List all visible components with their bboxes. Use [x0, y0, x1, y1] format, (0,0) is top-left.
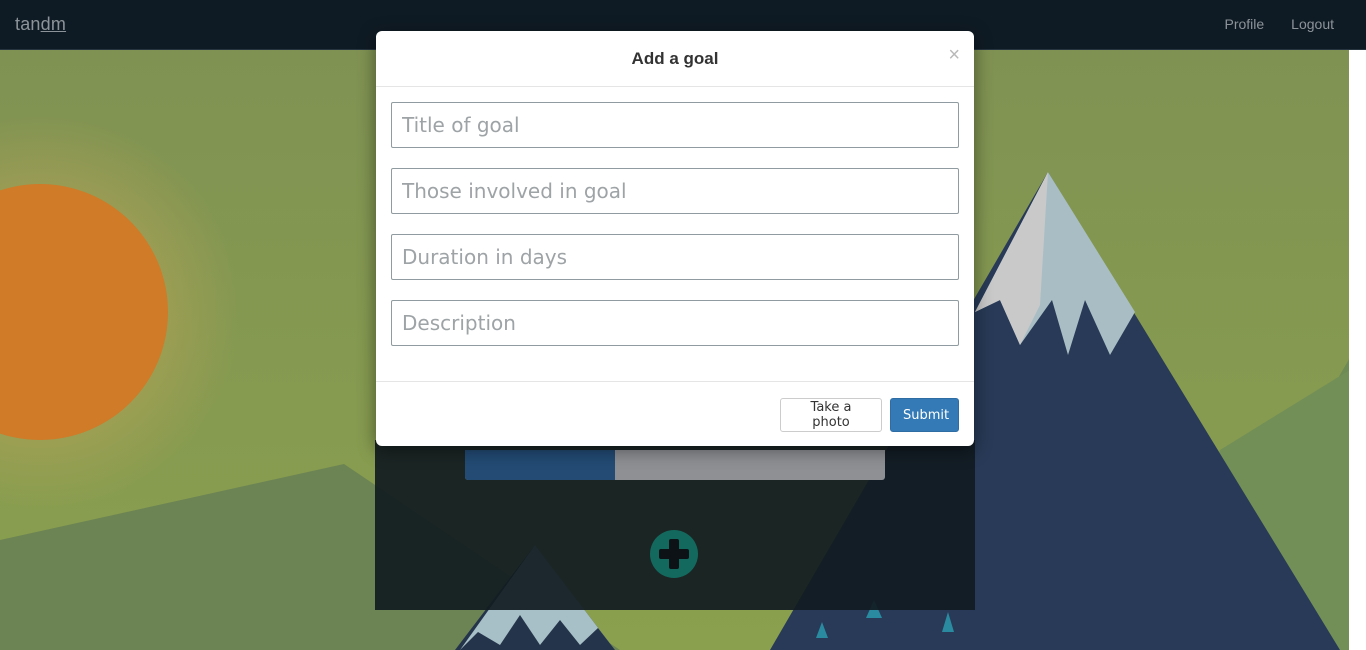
goal-description-input[interactable]	[391, 300, 959, 346]
close-icon[interactable]: ×	[948, 45, 960, 65]
page-scrollbar-track[interactable]	[1349, 50, 1366, 650]
add-goal-button[interactable]	[650, 530, 698, 578]
nav-profile-link[interactable]: Profile	[1224, 16, 1264, 32]
goal-involved-input[interactable]	[391, 168, 959, 214]
add-goal-modal: Add a goal × Take a photo Submit	[376, 31, 974, 446]
goal-progress-fill	[465, 450, 615, 480]
goal-progress-bar	[465, 450, 885, 480]
submit-button[interactable]: Submit	[890, 398, 959, 432]
modal-header: Add a goal ×	[376, 31, 974, 87]
brand-prefix: tan	[15, 14, 41, 34]
modal-footer: Take a photo Submit	[376, 381, 974, 446]
take-photo-button[interactable]: Take a photo	[780, 398, 882, 432]
goal-duration-input[interactable]	[391, 234, 959, 280]
nav-logout-link[interactable]: Logout	[1291, 16, 1334, 32]
plus-icon	[659, 539, 689, 569]
goal-title-input[interactable]	[391, 102, 959, 148]
brand-suffix: dm	[40, 14, 67, 34]
nav-links: Profile Logout	[1224, 16, 1334, 32]
modal-title: Add a goal	[631, 49, 719, 68]
modal-body	[376, 87, 974, 381]
brand-logo-link[interactable]: tandm	[15, 14, 66, 35]
goal-card	[375, 440, 975, 610]
